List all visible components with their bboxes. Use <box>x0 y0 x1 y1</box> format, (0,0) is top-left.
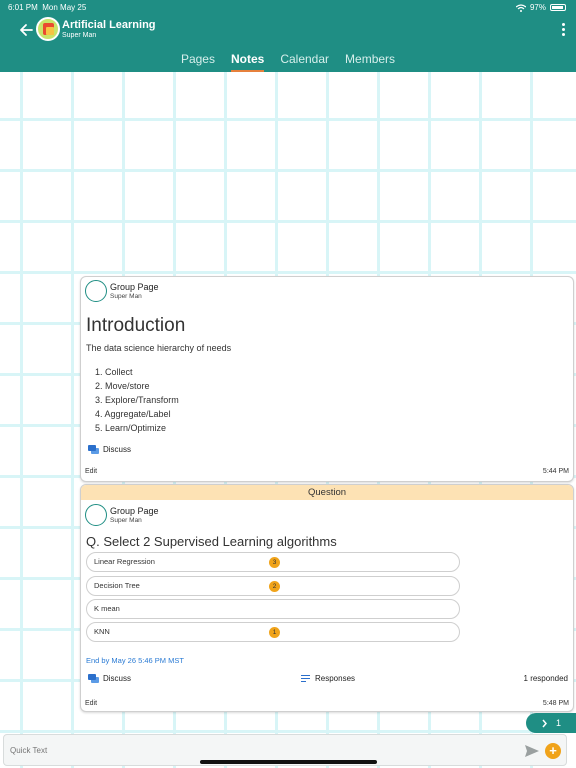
option-label: Linear Regression <box>94 557 155 566</box>
edit-link[interactable]: Edit <box>85 468 97 475</box>
tab-notes[interactable]: Notes <box>223 48 272 72</box>
more-menu-icon[interactable] <box>560 23 566 37</box>
vote-count-badge: 3 <box>269 557 280 568</box>
home-indicator <box>200 760 377 764</box>
status-time: 6:01 PM Mon May 25 <box>8 3 87 12</box>
wifi-icon <box>515 3 526 12</box>
question-card: Question Group Page Super Man Q. Select … <box>80 484 574 712</box>
note-card: Group Page Super Man Introduction The da… <box>80 276 574 482</box>
note-title: Introduction <box>86 315 186 336</box>
note-text: The data science hierarchy of needs <box>86 343 232 353</box>
author-subtitle: Super Man <box>110 517 142 524</box>
list-icon <box>301 675 310 683</box>
answer-option[interactable]: Decision Tree 2 <box>86 576 460 596</box>
timestamp: 5:48 PM <box>542 700 569 707</box>
vote-count-badge: 1 <box>269 627 280 638</box>
back-arrow-icon[interactable] <box>16 20 36 40</box>
discuss-label: Discuss <box>103 674 132 683</box>
author-name: Group Page <box>110 506 159 516</box>
page-nav-button[interactable]: 1 <box>526 713 576 733</box>
discuss-button[interactable]: Discuss <box>88 674 131 683</box>
list-item: 2. Move/store <box>95 381 150 391</box>
option-label: K mean <box>94 604 120 613</box>
send-icon[interactable] <box>525 745 539 757</box>
timestamp: 5:44 PM <box>542 468 569 475</box>
list-item: 3. Explore/Transform <box>95 395 179 405</box>
app-title: Artificial Learning <box>62 19 156 31</box>
tab-calendar[interactable]: Calendar <box>272 48 337 72</box>
list-item: 4. Aggregate/Label <box>95 409 171 419</box>
answer-option[interactable]: K mean <box>86 599 460 619</box>
deadline-text: End by May 26 5:46 PM MST <box>86 656 184 665</box>
option-label: KNN <box>94 627 110 636</box>
author-name: Group Page <box>110 282 159 292</box>
status-bar: 6:01 PM Mon May 25 97% <box>0 0 576 14</box>
question-banner: Question <box>81 485 573 500</box>
status-right: 97% <box>515 3 566 12</box>
app-header: 6:01 PM Mon May 25 97% Artificial Learni… <box>0 0 576 72</box>
responses-button[interactable]: Responses <box>301 674 355 683</box>
tab-bar: Pages Notes Calendar Members <box>0 48 576 72</box>
responded-count: 1 responded <box>523 674 568 683</box>
app-subtitle: Super Man <box>62 32 97 39</box>
note-list: 1. Collect 2. Move/store 3. Explore/Tran… <box>95 365 179 435</box>
tab-pages[interactable]: Pages <box>173 48 223 72</box>
chat-icon <box>88 674 99 683</box>
avatar <box>85 280 107 302</box>
page-number: 1 <box>555 718 561 728</box>
responses-label: Responses <box>315 674 356 683</box>
list-item: 5. Learn/Optimize <box>95 423 167 433</box>
discuss-button[interactable]: Discuss <box>88 445 131 454</box>
add-icon[interactable]: + <box>545 743 561 759</box>
edit-link[interactable]: Edit <box>85 700 97 707</box>
discuss-label: Discuss <box>103 445 132 454</box>
author-subtitle: Super Man <box>110 293 142 300</box>
battery-icon <box>550 4 566 11</box>
battery-percent: 97% <box>529 3 546 12</box>
app-logo-icon <box>36 17 60 41</box>
avatar <box>85 504 107 526</box>
answer-option[interactable]: KNN 1 <box>86 622 460 642</box>
chevron-right-icon <box>542 719 547 727</box>
tab-members[interactable]: Members <box>337 48 403 72</box>
option-label: Decision Tree <box>94 581 140 590</box>
vote-count-badge: 2 <box>269 581 280 592</box>
chat-icon <box>88 445 99 454</box>
answer-option[interactable]: Linear Regression 3 <box>86 552 460 572</box>
question-title: Q. Select 2 Supervised Learning algorith… <box>86 534 337 549</box>
list-item: 1. Collect <box>95 367 133 377</box>
quick-text-input[interactable] <box>10 742 430 758</box>
